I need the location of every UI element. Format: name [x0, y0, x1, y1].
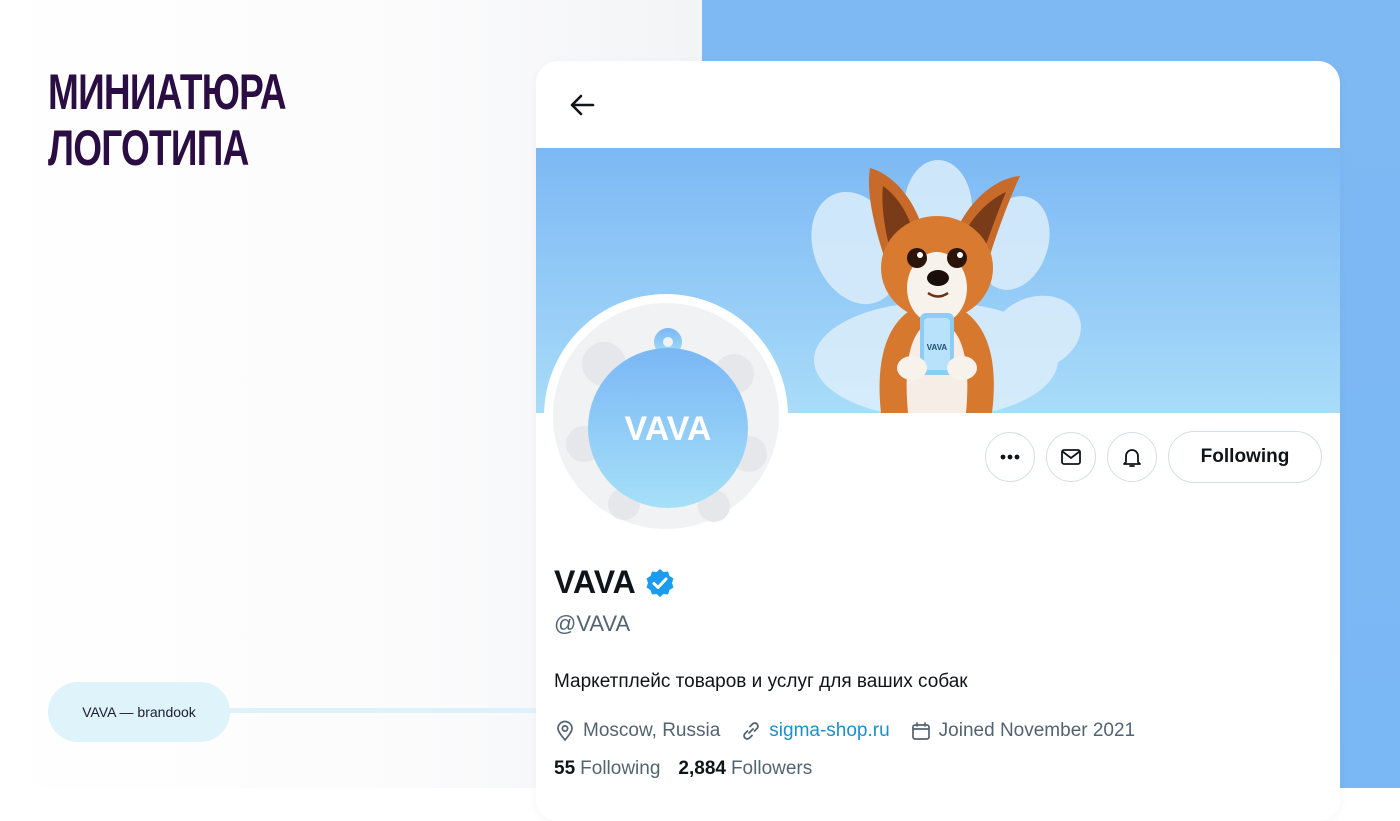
profile-stats: 55 Following 2,884 Followers [554, 758, 812, 780]
location-text: Moscow, Russia [583, 720, 721, 741]
profile-avatar[interactable]: VAVA [544, 294, 788, 538]
following-count-link[interactable]: 55 Following [554, 758, 660, 780]
following-count-label: Following [580, 758, 661, 779]
profile-joined: Joined November 2021 [910, 720, 1135, 742]
slide-title-line-1: Миниатюра [48, 64, 287, 120]
link-icon [743, 722, 760, 740]
brand-tag-connector [225, 708, 545, 713]
profile-bio: Маркетплейс товаров и услуг для ваших со… [554, 671, 968, 692]
location-pin-icon [557, 720, 573, 742]
website-link[interactable]: sigma-shop.ru [769, 720, 889, 742]
joined-text: Joined November 2021 [938, 720, 1136, 741]
avatar-logo-text: VAVA [625, 410, 712, 448]
followers-count-label: Followers [730, 758, 813, 779]
profile-location: Moscow, Russia [554, 720, 720, 742]
bell-icon [1123, 449, 1141, 467]
calendar-icon [911, 722, 930, 740]
message-button[interactable] [1046, 432, 1096, 482]
brand-tag: VAVA — brandook [48, 682, 230, 742]
more-button[interactable] [985, 432, 1035, 482]
mail-icon [1061, 449, 1081, 465]
profile-actions: Following [985, 431, 1322, 483]
following-button[interactable]: Following [1168, 431, 1322, 483]
more-horizontal-icon [1000, 454, 1020, 460]
arrow-left-icon [570, 94, 595, 116]
verified-badge-icon [646, 568, 674, 597]
back-button[interactable] [560, 83, 604, 127]
phone-logo-text: VAVA [927, 343, 948, 352]
followers-count: 2,884 [678, 758, 726, 779]
following-count: 55 [554, 758, 576, 779]
followers-count-link[interactable]: 2,884 Followers [678, 758, 812, 780]
slide-title-line-2: логотипа [48, 120, 249, 176]
notifications-button[interactable] [1107, 432, 1157, 482]
profile-website: sigma-shop.ru [740, 720, 890, 742]
brand-tag-label: VAVA — brandook [82, 704, 196, 720]
profile-meta: Moscow, Russia sigma-shop.ru Joined Nove… [554, 720, 1155, 742]
profile-header-bar [536, 61, 1340, 148]
profile-name: VAVA [554, 564, 636, 600]
avatar-logo: VAVA [553, 303, 779, 529]
profile-handle: @VAVA [554, 611, 631, 636]
slide-title: Миниатюра логотипа [48, 64, 287, 176]
profile-name-row: VAVA [554, 564, 676, 601]
profile-card: VAVA VAVA Following VAVA @VAVA Маркетпле… [536, 61, 1340, 821]
